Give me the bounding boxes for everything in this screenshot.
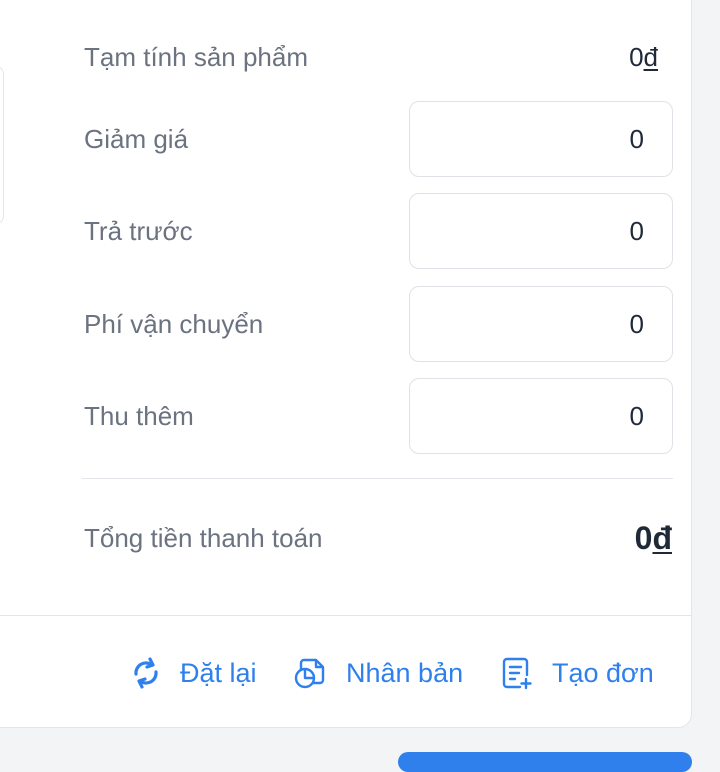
prepaid-input[interactable]: [409, 193, 673, 269]
create-order-button[interactable]: Tạo đơn: [500, 650, 654, 696]
duplicate-button[interactable]: Nhân bản: [292, 650, 463, 696]
subtotal-value: 0đ: [629, 42, 658, 72]
prepaid-label: Trả trước: [84, 216, 193, 246]
extra-charge-input[interactable]: [409, 378, 673, 454]
discount-input[interactable]: [409, 101, 673, 177]
reset-label: Đặt lại: [180, 657, 257, 688]
refresh-icon: [130, 655, 162, 691]
reset-button[interactable]: Đặt lại: [130, 650, 257, 696]
discount-label: Giảm giá: [84, 124, 189, 154]
primary-action-button[interactable]: [398, 752, 692, 772]
footer-divider: [0, 615, 692, 616]
total-value: 0đ: [635, 519, 672, 557]
currency-symbol: đ: [643, 42, 658, 72]
duplicate-label: Nhân bản: [346, 657, 464, 688]
shipping-fee-label: Phí vận chuyển: [84, 309, 264, 339]
shipping-fee-input[interactable]: [409, 286, 673, 362]
create-order-icon: [500, 655, 534, 691]
extra-charge-label: Thu thêm: [84, 401, 194, 431]
total-currency-symbol: đ: [652, 520, 672, 556]
subtotal-label: Tạm tính sản phẩm: [84, 42, 308, 72]
duplicate-icon: [292, 655, 328, 691]
total-amount: 0: [634, 520, 653, 556]
total-label: Tổng tiền thanh toán: [84, 523, 323, 553]
adjacent-panel: [0, 66, 4, 224]
subtotal-amount: 0: [629, 42, 644, 72]
create-order-label: Tạo đơn: [552, 657, 654, 688]
summary-divider: [82, 478, 673, 479]
